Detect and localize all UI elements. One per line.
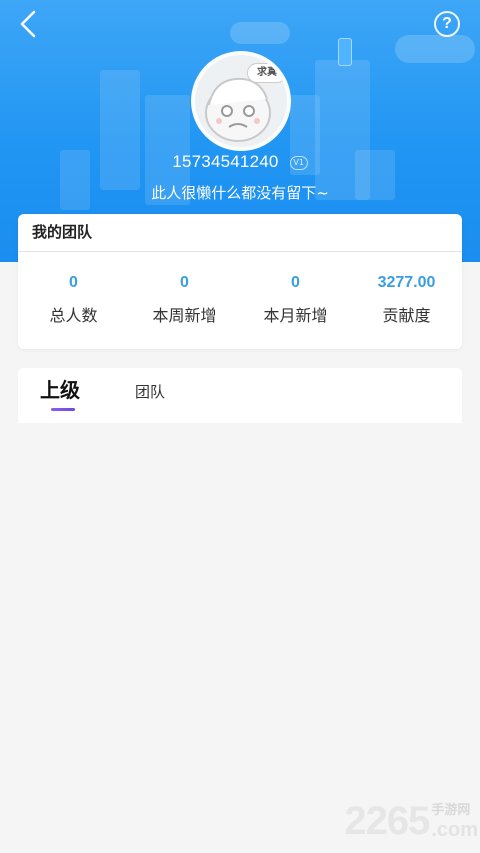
avatar[interactable]: 求真 [191,51,291,151]
watermark-domain: .com [431,819,478,841]
avatar-speech-bubble: 求真 [247,63,287,83]
stat-contribution[interactable]: 3277.00 贡献度 [351,274,462,326]
building-decoration [100,70,140,190]
watermark-side: 手游网 .com [431,803,478,841]
vip-level-badge: V1 [289,156,308,170]
my-team-card: 我的团队 0 总人数 0 本周新增 0 本月新增 3277.00 贡献度 [18,214,462,349]
active-tab-indicator [51,408,75,411]
phone-decoration-icon [338,38,352,66]
stat-month-new[interactable]: 0 本月新增 [240,274,351,326]
team-card-title: 我的团队 [18,214,462,252]
cloud-decoration [395,35,475,63]
stat-value: 3277.00 [377,274,436,291]
team-stats: 0 总人数 0 本周新增 0 本月新增 3277.00 贡献度 [18,252,462,326]
stat-week-new[interactable]: 0 本周新增 [129,274,240,326]
stat-label: 总人数 [49,306,98,325]
site-watermark: 2265 手游网 .com [344,801,478,841]
stat-label: 贡献度 [382,306,431,325]
stat-value: 0 [291,274,300,291]
tab-superior[interactable]: 上级 [40,374,80,403]
watermark-cn-text: 手游网 [431,803,471,818]
help-button[interactable]: ? [434,11,460,37]
question-circle-icon: ? [442,15,452,32]
phone-row: 15734541240 V1 [0,152,480,172]
tab-bar: 上级 团队 [18,368,462,423]
profile-signature: 此人很懒什么都没有留下~ [151,184,329,202]
tab-team[interactable]: 团队 [135,381,165,402]
cloud-decoration [230,22,290,44]
stat-value: 0 [180,274,189,291]
watermark-number: 2265 [344,799,430,843]
stat-value: 0 [69,274,78,291]
stat-label: 本月新增 [263,306,328,325]
chevron-left-icon [20,10,36,38]
stat-total-members[interactable]: 0 总人数 [18,274,129,326]
phone-number: 15734541240 [172,152,279,171]
stat-label: 本周新增 [152,306,217,325]
back-button[interactable] [12,8,44,40]
